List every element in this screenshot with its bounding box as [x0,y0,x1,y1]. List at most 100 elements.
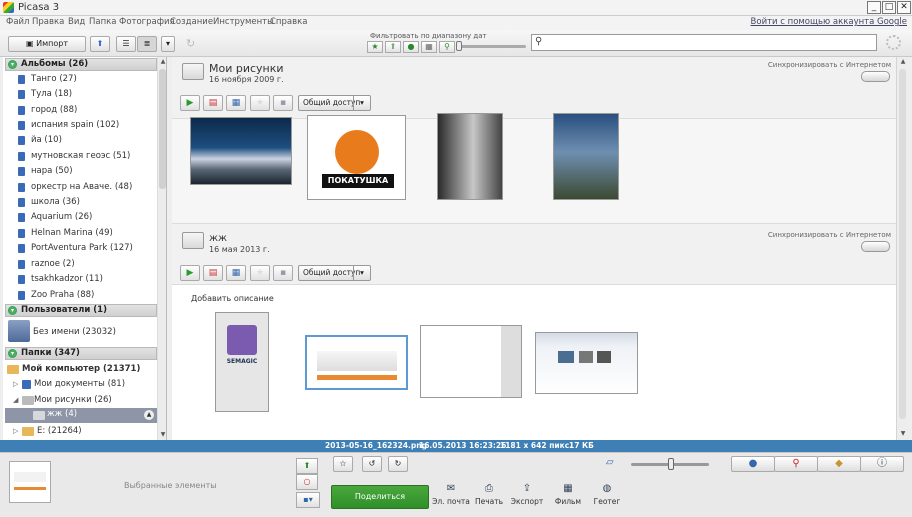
list-view-button[interactable]: ☰ [116,36,136,52]
collapse-icon[interactable]: ▾ [8,349,17,358]
folder-drive-e[interactable]: ▷ E: (21264) [13,424,82,439]
scrollbar-thumb[interactable] [899,69,906,419]
album-item[interactable]: мутновская геоэс (51) [18,149,130,164]
export-button[interactable]: ⇪ Экспорт [507,483,547,506]
sync-toggle[interactable] [861,241,890,252]
menu-help[interactable]: Справка [270,17,307,27]
filter-uploaded-button[interactable]: ⬆ [385,41,401,53]
google-sign-in-link[interactable]: Войти с помощью аккаунта Google [751,17,907,27]
share-button[interactable]: Поделиться [331,485,429,509]
photo-thumbnail[interactable]: ПОКАТУШКА [307,115,406,200]
collapse-icon[interactable]: ▾ [8,306,17,315]
avatar[interactable] [8,320,30,342]
album-item[interactable]: Zoo Praha (88) [18,288,94,303]
album-item[interactable]: город (88) [18,103,77,118]
clear-button[interactable]: ○ [296,474,318,490]
filter-geotag-button[interactable]: ⚲ [439,41,455,53]
expand-icon[interactable]: ▷ [13,424,18,439]
menu-view[interactable]: Вид [68,17,85,27]
scroll-up-icon[interactable]: ▲ [898,57,908,67]
menu-file[interactable]: Файл [6,17,29,27]
share-dropdown-button[interactable]: Общий доступ ▾ [298,95,371,111]
slider-knob[interactable] [456,41,462,51]
upload-folder-icon[interactable]: ▲ [144,410,154,420]
email-button[interactable]: ✉ Эл. почта [431,483,471,506]
photo-thumbnail[interactable]: SEMAGIC [215,312,269,412]
save-button[interactable]: ▪ [273,265,293,281]
movie-button[interactable]: ▦ [226,95,246,111]
album-item[interactable]: Aquarium (26) [18,210,92,225]
tray-thumbnail[interactable] [9,461,51,503]
collage-button[interactable]: ▤ [203,95,223,111]
album-item[interactable]: школа (36) [18,195,80,210]
expand-icon[interactable]: ▷ [13,377,18,392]
play-slideshow-button[interactable]: ▶ [180,265,200,281]
tags-button[interactable]: ◆ [817,456,861,472]
photo-thumbnail[interactable] [553,113,619,200]
menu-edit[interactable]: Правка [32,17,64,27]
save-button[interactable]: ▪ [273,95,293,111]
upload-button[interactable]: ⬆ [90,36,110,52]
star-button[interactable]: ★ [250,265,270,281]
albums-section-header[interactable]: ▾ Альбомы (26) [5,58,157,71]
view-dropdown-button[interactable]: ▾ [161,36,175,52]
folder-my-computer[interactable]: Мой компьютер (21371) [7,362,140,377]
photo-thumbnail[interactable] [437,113,503,200]
date-range-slider[interactable] [456,41,526,51]
photo-thumbnail-selected[interactable] [305,335,408,390]
album-item[interactable]: нара (50) [18,164,73,179]
detail-view-button[interactable]: ≣ [137,36,157,52]
photo-thumbnail[interactable] [190,117,292,185]
chevron-down-icon[interactable]: ▾ [353,266,370,280]
album-add-button[interactable]: ▪▾ [296,492,320,508]
album-item[interactable]: Helnan Marina (49) [18,226,113,241]
menu-create[interactable]: Создание [170,17,213,27]
folders-section-header[interactable]: ▾ Папки (347) [5,347,157,360]
photo-thumbnail[interactable] [535,332,638,394]
album-item[interactable]: raznoe (2) [18,257,75,272]
sync-toggle[interactable] [861,71,890,82]
thumbnail-size-slider[interactable] [631,458,709,470]
search-box[interactable]: ⚲ [531,34,877,51]
import-button[interactable]: ▣ Импорт [8,36,86,52]
movie-create-button[interactable]: ▦ Фильм [548,483,588,506]
add-description-link[interactable]: Добавить описание [191,294,274,303]
maximize-button[interactable]: □ [882,1,896,14]
photo-thumbnail[interactable] [420,325,522,398]
menu-folder[interactable]: Папка [89,17,117,27]
geotag-button[interactable]: ◍ Геотег [587,483,627,506]
filter-people-button[interactable]: ● [403,41,419,53]
chevron-down-icon[interactable]: ▾ [353,96,370,110]
slider-knob[interactable] [668,458,674,470]
user-item-label[interactable]: Без имени (23032) [33,327,116,337]
expanded-icon[interactable]: ◢ [13,393,18,408]
hold-button[interactable]: ⬆ [296,458,318,474]
album-item[interactable]: йа (10) [18,133,62,148]
album-item[interactable]: оркестр на Аваче. (48) [18,180,132,195]
users-section-header[interactable]: ▾ Пользователи (1) [5,304,157,317]
library-scrollbar[interactable]: ▲ ▼ [896,57,908,440]
filter-video-button[interactable]: ▦ [421,41,437,53]
movie-button[interactable]: ▦ [226,265,246,281]
scroll-up-icon[interactable]: ▲ [158,57,166,67]
folder-item-selected[interactable]: жж (4) ▲ [5,408,157,423]
share-dropdown-button[interactable]: Общий доступ ▾ [298,265,371,281]
close-button[interactable]: ✕ [897,1,911,14]
menu-photo[interactable]: Фотография [119,17,175,27]
star-button[interactable]: ★ [250,95,270,111]
album-item[interactable]: Танго (27) [18,72,77,87]
properties-button[interactable]: ⓘ [860,456,904,472]
rotate-right-button[interactable]: ↻ [388,456,408,472]
people-button[interactable]: ● [731,456,775,472]
play-slideshow-button[interactable]: ▶ [180,95,200,111]
rotate-icon[interactable]: ↻ [186,37,195,50]
scrollbar-thumb[interactable] [159,69,166,189]
collapse-icon[interactable]: ▾ [8,60,17,69]
folder-my-pictures[interactable]: ◢ Мои рисунки (26) [13,393,112,408]
album-item[interactable]: Тула (18) [18,87,72,102]
rotate-left-button[interactable]: ↺ [362,456,382,472]
album-item[interactable]: tsakhkadzor (11) [18,272,103,287]
sidebar-scrollbar[interactable]: ▲ ▼ [157,57,166,440]
folder-my-documents[interactable]: ▷ Мои документы (81) [13,377,125,392]
album-title[interactable]: жж [209,233,227,244]
